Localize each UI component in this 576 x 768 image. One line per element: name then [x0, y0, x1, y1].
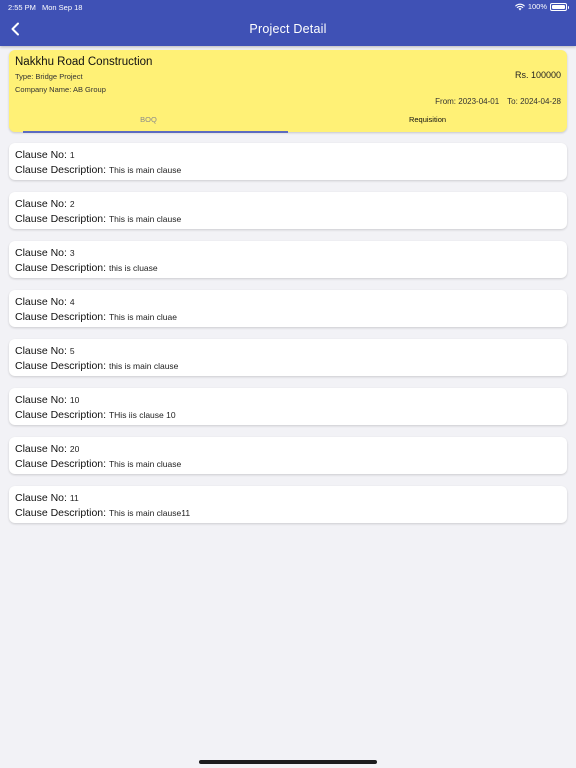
clause-no-row: Clause No: 10: [15, 393, 561, 408]
clause-description-label: Clause Description:: [15, 163, 107, 176]
clause-no-label: Clause No:: [15, 247, 67, 259]
clause-description-value: This is main cluase: [108, 458, 182, 469]
clause-description-row: Clause Description: this is main clause: [15, 359, 561, 374]
clause-description-row: Clause Description: This is main cluae: [15, 310, 561, 325]
project-dates: From: 2023-04-01 To: 2024-04-28: [435, 97, 561, 106]
clause-no-value: 2: [69, 199, 75, 209]
clause-description-label: Clause Description:: [15, 506, 107, 519]
clause-no-label: Clause No:: [15, 345, 67, 357]
clause-description-row: Clause Description: This is main clause: [15, 212, 561, 227]
clause-description-label: Clause Description:: [15, 408, 107, 421]
clause-description-row: Clause Description: This is main clause: [15, 163, 561, 178]
clause-card[interactable]: Clause No: 10 Clause Description: THis i…: [9, 388, 567, 425]
clause-no-row: Clause No: 2: [15, 197, 561, 212]
project-type: Type: Bridge Project: [15, 72, 83, 81]
clause-no-row: Clause No: 20: [15, 442, 561, 457]
clause-no-label: Clause No:: [15, 394, 67, 406]
clause-card[interactable]: Clause No: 1 Clause Description: This is…: [9, 143, 567, 180]
clause-description-row: Clause Description: this is cluase: [15, 261, 561, 276]
status-indicators: 100%: [515, 2, 569, 11]
clause-no-value: 10: [69, 395, 80, 405]
clause-description-value: This is main clause: [108, 213, 182, 224]
clause-no-value: 20: [69, 444, 80, 454]
project-name: Nakkhu Road Construction: [15, 56, 153, 68]
clause-description-label: Clause Description:: [15, 457, 107, 470]
clause-no-label: Clause No:: [15, 296, 67, 308]
tab-bar: BOQ Requisition: [9, 110, 567, 132]
clause-no-value: 4: [69, 297, 75, 307]
clause-description-row: Clause Description: THis iis clause 10: [15, 408, 561, 423]
clause-no-label: Clause No:: [15, 149, 67, 161]
clause-list: Clause No: 1 Clause Description: This is…: [9, 143, 567, 535]
tab-indicator: [23, 131, 288, 133]
clause-no-row: Clause No: 1: [15, 148, 561, 163]
project-to-date: To: 2024-04-28: [507, 97, 561, 106]
clause-card[interactable]: Clause No: 2 Clause Description: This is…: [9, 192, 567, 229]
home-indicator[interactable]: [199, 760, 377, 764]
clause-description-label: Clause Description:: [15, 261, 107, 274]
app-bar: 2:55 PM Mon Sep 18 100% Project Detail: [0, 0, 576, 46]
page-title: Project Detail: [249, 22, 327, 36]
clause-card[interactable]: Clause No: 4 Clause Description: This is…: [9, 290, 567, 327]
clause-no-label: Clause No:: [15, 443, 67, 455]
status-date: Mon Sep 18: [42, 3, 83, 12]
clause-description-label: Clause Description:: [15, 359, 107, 372]
clause-no-value: 1: [69, 150, 75, 160]
battery-icon: [550, 2, 569, 11]
clause-description-value: this is main clause: [108, 360, 179, 371]
clause-no-label: Clause No:: [15, 198, 67, 210]
clause-no-label: Clause No:: [15, 492, 67, 504]
tab-requisition[interactable]: Requisition: [288, 110, 567, 132]
clause-no-row: Clause No: 4: [15, 295, 561, 310]
battery-percent: 100%: [527, 2, 547, 11]
clause-card[interactable]: Clause No: 11 Clause Description: This i…: [9, 486, 567, 523]
project-amount: Rs. 100000: [514, 70, 561, 80]
clause-no-value: 5: [69, 346, 75, 356]
app-screen: 2:55 PM Mon Sep 18 100% Project Detail N…: [0, 0, 576, 768]
clause-description-row: Clause Description: This is main clause1…: [15, 506, 561, 521]
project-company: Company Name: AB Group: [15, 85, 106, 94]
clause-no-row: Clause No: 5: [15, 344, 561, 359]
project-from-date: From: 2023-04-01: [435, 97, 500, 106]
clause-description-row: Clause Description: This is main cluase: [15, 457, 561, 472]
project-summary-card: Nakkhu Road Construction Type: Bridge Pr…: [9, 50, 567, 133]
clause-no-row: Clause No: 11: [15, 491, 561, 506]
clause-description-value: this is cluase: [108, 262, 158, 273]
clause-description-value: This is main clause: [108, 164, 182, 175]
tab-boq[interactable]: BOQ: [9, 110, 288, 132]
status-time: 2:55 PM: [8, 3, 36, 12]
wifi-icon: [515, 3, 525, 10]
clause-card[interactable]: Clause No: 20 Clause Description: This i…: [9, 437, 567, 474]
clause-description-value: THis iis clause 10: [108, 409, 176, 420]
clause-description-label: Clause Description:: [15, 310, 107, 323]
clause-card[interactable]: Clause No: 5 Clause Description: this is…: [9, 339, 567, 376]
clause-no-value: 11: [69, 493, 79, 503]
clause-no-value: 3: [69, 248, 75, 258]
clause-description-label: Clause Description:: [15, 212, 107, 225]
clause-description-value: This is main cluae: [108, 311, 177, 322]
clause-description-value: This is main clause11: [108, 507, 191, 518]
clause-card[interactable]: Clause No: 3 Clause Description: this is…: [9, 241, 567, 278]
clause-no-row: Clause No: 3: [15, 246, 561, 261]
